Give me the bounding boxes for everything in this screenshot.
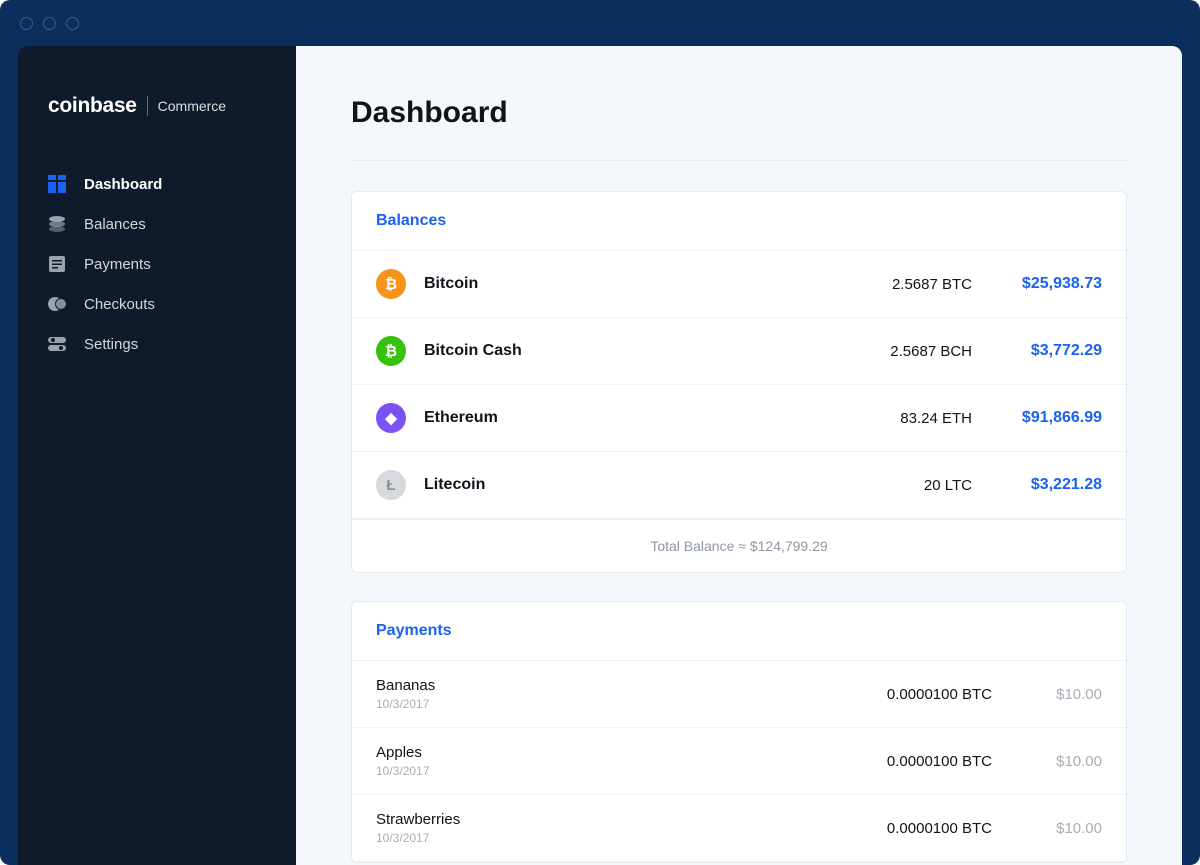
payment-row[interactable]: Apples 10/3/2017 0.0000100 BTC $10.00 — [352, 728, 1126, 795]
sidebar-item-label: Settings — [84, 336, 138, 353]
sidebar-item-checkouts[interactable]: Checkouts — [18, 284, 296, 324]
balance-usd: $91,866.99 — [972, 409, 1102, 427]
brand-sub: Commerce — [158, 98, 226, 114]
sidebar-item-payments[interactable]: Payments — [18, 244, 296, 284]
ethereum-icon: ◆ — [376, 403, 406, 433]
sidebar-item-settings[interactable]: Settings — [18, 324, 296, 364]
balance-usd: $3,772.29 — [972, 342, 1102, 360]
balance-amount: 83.24 ETH — [802, 410, 972, 427]
payment-row[interactable]: Strawberries 10/3/2017 0.0000100 BTC $10… — [352, 795, 1126, 862]
payment-row[interactable]: Bananas 10/3/2017 0.0000100 BTC $10.00 — [352, 661, 1126, 728]
balance-name: Bitcoin Cash — [424, 342, 802, 360]
balance-amount: 20 LTC — [802, 477, 972, 494]
sidebar-item-label: Dashboard — [84, 176, 162, 193]
brand-divider — [147, 96, 148, 116]
sidebar-item-label: Balances — [84, 216, 146, 233]
window-titlebar — [0, 0, 1200, 46]
page-title: Dashboard — [351, 96, 1127, 161]
payments-card-header[interactable]: Payments — [352, 602, 1126, 661]
balances-card: Balances ₿ Bitcoin 2.5687 BTC $25,938.73… — [351, 191, 1127, 573]
sidebar-item-dashboard[interactable]: Dashboard — [18, 164, 296, 204]
sidebar-item-label: Payments — [84, 256, 151, 273]
payment-name: Apples — [376, 744, 822, 761]
payment-amount: 0.0000100 BTC — [822, 686, 992, 703]
balance-row[interactable]: Ł Litecoin 20 LTC $3,221.28 — [352, 452, 1126, 519]
balance-row[interactable]: ₿ Bitcoin 2.5687 BTC $25,938.73 — [352, 251, 1126, 318]
dashboard-icon — [48, 175, 66, 193]
bitcoin-cash-icon: ₿ — [376, 336, 406, 366]
balances-card-header[interactable]: Balances — [352, 192, 1126, 251]
checkouts-icon — [48, 295, 66, 313]
payment-usd: $10.00 — [992, 753, 1102, 770]
payment-name: Bananas — [376, 677, 822, 694]
balance-row[interactable]: ₿ Bitcoin Cash 2.5687 BCH $3,772.29 — [352, 318, 1126, 385]
settings-icon — [48, 335, 66, 353]
balance-usd: $25,938.73 — [972, 275, 1102, 293]
balance-amount: 2.5687 BCH — [802, 343, 972, 360]
total-balance: Total Balance ≈ $124,799.29 — [352, 519, 1126, 572]
browser-frame: coinbase Commerce Dashboard — [0, 0, 1200, 865]
balance-row[interactable]: ◆ Ethereum 83.24 ETH $91,866.99 — [352, 385, 1126, 452]
sidebar-item-label: Checkouts — [84, 296, 155, 313]
payment-date: 10/3/2017 — [376, 764, 822, 778]
balance-usd: $3,221.28 — [972, 476, 1102, 494]
app-shell: coinbase Commerce Dashboard — [18, 46, 1182, 865]
payment-info: Strawberries 10/3/2017 — [376, 811, 822, 845]
payment-usd: $10.00 — [992, 686, 1102, 703]
litecoin-icon: Ł — [376, 470, 406, 500]
sidebar-item-balances[interactable]: Balances — [18, 204, 296, 244]
payments-card: Payments Bananas 10/3/2017 0.0000100 BTC… — [351, 601, 1127, 863]
balance-name: Ethereum — [424, 409, 802, 427]
payments-icon — [48, 255, 66, 273]
payment-info: Bananas 10/3/2017 — [376, 677, 822, 711]
main-content: Dashboard Balances ₿ Bitcoin 2.5687 BTC … — [296, 46, 1182, 865]
window-max-dot[interactable] — [66, 17, 79, 30]
window-close-dot[interactable] — [20, 17, 33, 30]
sidebar: coinbase Commerce Dashboard — [18, 46, 296, 865]
payment-info: Apples 10/3/2017 — [376, 744, 822, 778]
window-min-dot[interactable] — [43, 17, 56, 30]
balance-name: Bitcoin — [424, 275, 802, 293]
payment-amount: 0.0000100 BTC — [822, 820, 992, 837]
brand-logo[interactable]: coinbase Commerce — [18, 94, 296, 118]
payment-amount: 0.0000100 BTC — [822, 753, 992, 770]
payment-date: 10/3/2017 — [376, 831, 822, 845]
payment-name: Strawberries — [376, 811, 822, 828]
balance-amount: 2.5687 BTC — [802, 276, 972, 293]
sidebar-nav: Dashboard Balances — [18, 164, 296, 364]
payment-usd: $10.00 — [992, 820, 1102, 837]
balance-name: Litecoin — [424, 476, 802, 494]
brand-main: coinbase — [48, 94, 137, 118]
bitcoin-icon: ₿ — [376, 269, 406, 299]
balances-icon — [48, 215, 66, 233]
payment-date: 10/3/2017 — [376, 697, 822, 711]
